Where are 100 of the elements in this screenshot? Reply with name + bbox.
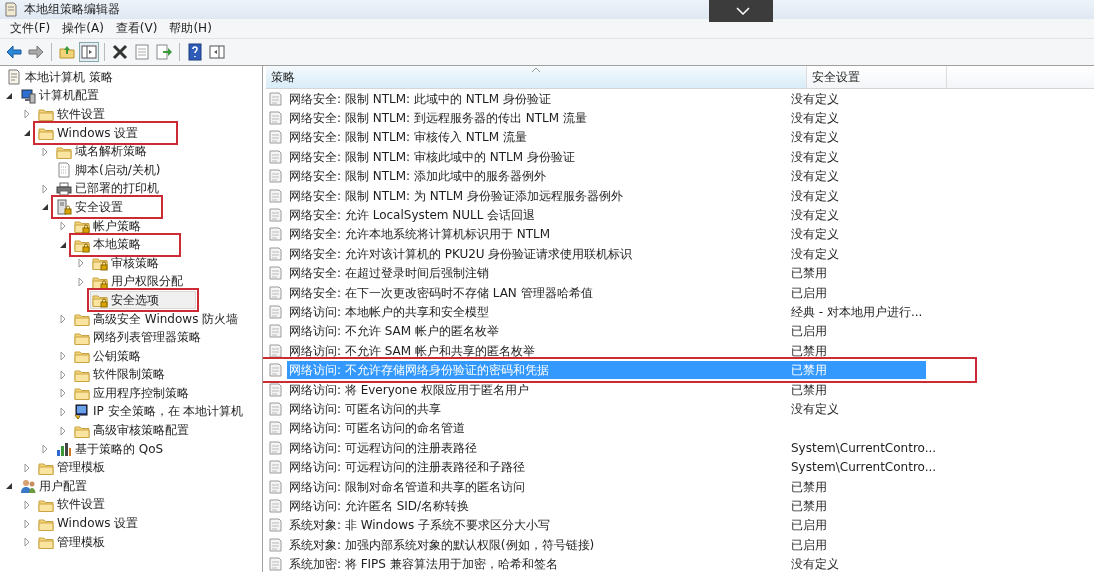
policy-icon	[268, 400, 284, 417]
export-icon[interactable]	[154, 42, 174, 62]
policy-icon	[268, 284, 284, 301]
collapsed-arrow-icon[interactable]	[59, 389, 67, 398]
delete-icon[interactable]	[110, 42, 130, 62]
collapsed-arrow-icon[interactable]	[59, 426, 67, 435]
collapsed-arrow-icon[interactable]	[41, 147, 49, 156]
tree-item[interactable]: 计算机配置	[18, 86, 103, 105]
policy-setting: 没有定义	[790, 187, 840, 205]
policy-name[interactable]: 系统对象: 加强内部系统对象的默认权限(例如，符号链接)	[287, 535, 597, 554]
policy-name[interactable]: 网络访问: 不允许 SAM 帐户和共享的匿名枚举	[287, 341, 537, 360]
collapsed-arrow-icon[interactable]	[41, 445, 49, 454]
tree-item[interactable]: 用户权限分配	[90, 272, 187, 291]
policy-setting: 已启用	[790, 536, 828, 554]
tree-item[interactable]: 脚本(启动/关机)	[54, 161, 165, 180]
tree-item[interactable]: Windows 设置	[36, 124, 176, 143]
policy-name[interactable]: 网络访问: 允许匿名 SID/名称转换	[287, 496, 472, 515]
policy-name[interactable]: 网络安全: 在下一次更改密码时不存储 LAN 管理器哈希值	[287, 283, 595, 302]
tree-item[interactable]: 软件限制策略	[72, 365, 169, 384]
policy-name[interactable]: 网络安全: 限制 NTLM: 审核传入 NTLM 流量	[287, 128, 529, 147]
menu-item[interactable]: 帮助(H)	[163, 20, 218, 37]
expanded-arrow-icon[interactable]	[5, 482, 13, 491]
secure-computer-icon	[74, 404, 90, 420]
collapsed-arrow-icon[interactable]	[41, 184, 49, 193]
policy-setting: 没有定义	[790, 148, 840, 166]
menu-item[interactable]: 文件(F)	[4, 20, 57, 37]
tree-item[interactable]: 已部署的打印机	[54, 179, 163, 198]
policy-icon	[268, 381, 284, 398]
tree-item[interactable]: 管理模板	[36, 458, 109, 477]
policy-name[interactable]: 网络安全: 限制 NTLM: 审核此域中的 NTLM 身份验证	[287, 147, 577, 166]
tree-item[interactable]: 高级安全 Windows 防火墙	[72, 310, 243, 328]
tree-item[interactable]: 审核策略	[90, 254, 163, 273]
policy-setting: 已禁用	[790, 478, 828, 496]
tree-item[interactable]: 帐户策略	[72, 217, 145, 236]
policy-name[interactable]: 网络安全: 在超过登录时间后强制注销	[287, 264, 491, 283]
bar-chart-icon	[56, 441, 72, 458]
collapsed-arrow-icon[interactable]	[77, 277, 85, 286]
collapsed-arrow-icon[interactable]	[23, 500, 31, 509]
collapsed-arrow-icon[interactable]	[59, 315, 67, 323]
tree-item[interactable]: 用户配置	[18, 477, 91, 496]
tree-item[interactable]: 软件设置	[36, 105, 109, 124]
policy-name[interactable]: 网络安全: 限制 NTLM: 此域中的 NTLM 身份验证	[287, 89, 553, 108]
tree-item[interactable]: 高级审核策略配置	[72, 421, 193, 440]
policy-name[interactable]: 系统对象: 非 Windows 子系统不要求区分大小写	[287, 516, 553, 535]
policy-name[interactable]: 网络访问: 可匿名访问的命名管道	[287, 419, 467, 438]
policy-name[interactable]: 网络安全: 限制 NTLM: 为 NTLM 身份验证添加远程服务器例外	[287, 186, 625, 205]
tree-item[interactable]: 应用程序控制策略	[72, 384, 193, 403]
collapsed-arrow-icon[interactable]	[59, 222, 67, 231]
collapsed-arrow-icon[interactable]	[23, 519, 31, 528]
dropdown-button[interactable]	[709, 0, 773, 22]
policy-setting: 已启用	[790, 323, 828, 341]
expanded-arrow-icon[interactable]	[23, 129, 31, 138]
collapsed-arrow-icon[interactable]	[77, 259, 85, 268]
policy-name[interactable]: 网络访问: 可远程访问的注册表路径和子路径	[287, 458, 527, 477]
tree-item[interactable]: 软件设置	[36, 495, 109, 514]
policy-name[interactable]: 系统加密: 将 FIPS 兼容算法用于加密，哈希和签名	[287, 555, 560, 572]
tree-item[interactable]: 公钥策略	[72, 347, 145, 366]
policy-icon	[268, 187, 284, 204]
policy-setting: 已禁用	[790, 381, 828, 399]
tree-item[interactable]: 网络列表管理器策略	[72, 328, 205, 347]
collapsed-arrow-icon[interactable]	[23, 538, 31, 547]
tree-item[interactable]: 域名解析策略	[54, 142, 151, 161]
collapsed-arrow-icon[interactable]	[59, 352, 67, 361]
policy-name[interactable]: 网络访问: 限制对命名管道和共享的匿名访问	[287, 477, 527, 496]
tree-item[interactable]: 本地计算机 策略	[4, 68, 117, 87]
menu-item[interactable]: 操作(A)	[56, 20, 110, 37]
tree-item[interactable]: 基于策略的 QoS	[54, 440, 168, 459]
column-header[interactable]: 策略	[266, 66, 807, 88]
collapsed-arrow-icon[interactable]	[59, 408, 67, 416]
tree-item[interactable]: 安全设置	[54, 198, 160, 217]
collapsed-arrow-icon[interactable]	[59, 370, 67, 379]
tree-item[interactable]: 管理模板	[36, 533, 109, 552]
policy-setting: 没有定义	[790, 556, 840, 572]
policy-name[interactable]: 网络安全: 限制 NTLM: 到远程服务器的传出 NTLM 流量	[287, 109, 589, 128]
collapsed-arrow-icon[interactable]	[23, 110, 31, 119]
tree-item[interactable]: Windows 设置	[36, 514, 143, 533]
policy-name[interactable]: 网络访问: 本地帐户的共享和安全模型	[287, 303, 491, 321]
policy-name[interactable]: 网络访问: 不允许 SAM 帐户的匿名枚举	[287, 322, 501, 341]
policy-name[interactable]: 网络访问: 将 Everyone 权限应用于匿名用户	[287, 380, 531, 399]
expanded-arrow-icon[interactable]	[5, 91, 13, 100]
expanded-arrow-icon[interactable]	[41, 203, 49, 212]
tree-item[interactable]: IP 安全策略，在 本地计算机	[72, 403, 248, 421]
tree-item[interactable]: 安全选项	[90, 291, 196, 310]
menu-item[interactable]: 查看(V)	[109, 20, 164, 37]
tree-pane-icon[interactable]	[79, 42, 99, 62]
policy-name[interactable]: 网络安全: 允许 LocalSystem NULL 会话回退	[287, 206, 538, 225]
help-icon[interactable]	[185, 42, 205, 62]
policy-name[interactable]: 网络安全: 允许本地系统将计算机标识用于 NTLM	[287, 225, 553, 244]
policy-name[interactable]: 网络安全: 限制 NTLM: 添加此域中的服务器例外	[287, 167, 548, 186]
collapsed-arrow-icon[interactable]	[23, 463, 31, 472]
policy-name[interactable]: 网络访问: 可匿名访问的共享	[287, 399, 443, 418]
column-header[interactable]: 安全设置	[807, 66, 947, 88]
tree-item[interactable]: 本地策略	[72, 235, 178, 254]
policy-icon	[268, 517, 284, 534]
policy-icon	[268, 90, 284, 107]
policy-setting: 没有定义	[790, 110, 840, 128]
expanded-arrow-icon[interactable]	[59, 240, 67, 249]
policy-name[interactable]: 网络安全: 允许对该计算机的 PKU2U 身份验证请求使用联机标识	[287, 244, 635, 263]
panel-icon[interactable]	[207, 42, 227, 62]
policy-name[interactable]: 网络访问: 可远程访问的注册表路径	[287, 438, 479, 457]
